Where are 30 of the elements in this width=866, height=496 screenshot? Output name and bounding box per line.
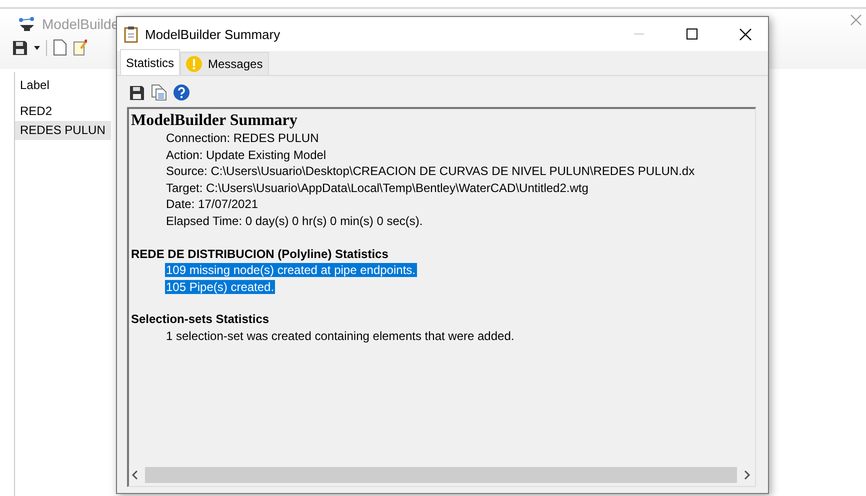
- warning-icon: [186, 56, 202, 72]
- clipboard-icon: [124, 26, 138, 42]
- save-icon[interactable]: [12, 40, 28, 56]
- tab[interactable]: Messages: [180, 52, 269, 75]
- report-line: 1 selection-set was created containing elements that were added.: [165, 328, 516, 343]
- new-document-icon[interactable]: [53, 39, 67, 56]
- list-item[interactable]: REDES PULUN: [15, 121, 111, 140]
- report-line: Date: 17/07/2021: [165, 197, 260, 212]
- copy-icon[interactable]: [151, 84, 167, 101]
- report-line: Connection: REDES PULUN: [165, 131, 320, 145]
- help-icon[interactable]: [173, 84, 190, 101]
- scrollbar-thumb[interactable]: [145, 467, 737, 483]
- save-icon[interactable]: [129, 84, 145, 100]
- tab[interactable]: Statistics: [120, 49, 180, 75]
- section-title: REDE DE DISTRIBUCION (Polyline) Statistics: [131, 246, 390, 262]
- close-icon[interactable]: [738, 28, 752, 40]
- maximize-icon[interactable]: [686, 28, 698, 40]
- list-item[interactable]: RED2: [15, 102, 111, 121]
- report-line: Action: Update Existing Model: [165, 148, 328, 162]
- dropdown-caret-icon[interactable]: [34, 46, 40, 50]
- report-title: ModelBuilder Summary: [131, 112, 298, 130]
- edit-document-icon[interactable]: [73, 39, 87, 56]
- report-line: Target: C:\Users\Usuario\AppData\Local\Temp\Bentley\WaterCAD\Untitled2.wtg: [165, 180, 590, 195]
- app-icon: [18, 17, 36, 31]
- section-title: Selection-sets Statistics: [131, 311, 270, 328]
- column-header: Label: [19, 77, 50, 94]
- report-line: Elapsed Time: 0 day(s) 0 hr(s) 0 min(s) 0 sec(s).: [165, 214, 424, 228]
- window-title: ModelBuilde: [42, 16, 120, 32]
- dialog-title: ModelBuilder Summary: [145, 26, 282, 42]
- report-line: Source: C:\Users\Usuario\Desktop\CREACION DE CURVAS DE NIVEL PULUN\REDES PULUN.dx: [165, 164, 696, 178]
